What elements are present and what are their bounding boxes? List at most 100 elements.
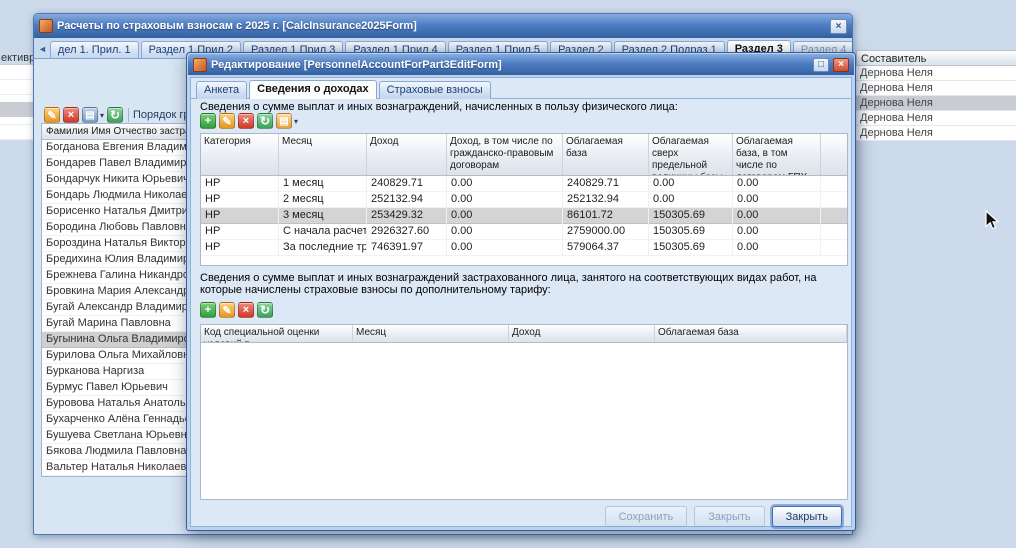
table-cell: 0.00 <box>447 176 563 192</box>
list-item[interactable]: Бондарев Павел Владимирович <box>42 156 187 172</box>
table-cell: НР <box>201 192 279 208</box>
list-item[interactable]: Бороздина Наталья Викторовна <box>42 236 187 252</box>
tab-scroll-left-icon[interactable]: ◄ <box>38 44 47 54</box>
close-icon[interactable]: × <box>830 18 847 34</box>
refresh-icon[interactable]: ↻ <box>257 302 273 318</box>
table-header: Категория Месяц Доход Доход, в том числе по… <box>201 134 847 176</box>
mouse-cursor <box>985 210 1000 230</box>
dialog-tab[interactable]: Страховые взносы <box>378 81 491 99</box>
table-row[interactable]: НР 2 месяц 252132.94 0.00 252132.94 0.00 0.00 <box>201 192 847 208</box>
delete-icon[interactable]: × <box>238 302 254 318</box>
list-item[interactable]: Бондарчук Никита Юрьевич <box>42 172 187 188</box>
main-window-title: Расчеты по страховым взносам с 2025 г. [… <box>57 20 417 32</box>
list-item[interactable]: Бушуева Светлана Юрьевна <box>42 428 187 444</box>
table-cell: 0.00 <box>649 176 733 192</box>
additional-tariff-caption: Сведения о сумме выплат и иных вознаграж… <box>200 272 817 296</box>
list-item[interactable]: Бухарченко Алёна Геннадьевна <box>42 412 187 428</box>
table-cell: 150305.69 <box>649 240 733 256</box>
list-item[interactable]: Буровова Наталья Анатольевна <box>42 396 187 412</box>
table-cell: 0.00 <box>733 208 821 224</box>
edit-icon[interactable]: ✎ <box>219 302 235 318</box>
column-header[interactable]: Облагаемая база, в том числе по договора… <box>733 134 821 175</box>
background-composer-column: Составитель Дернова Неля Дернова Неля Дерн… <box>856 50 1016 141</box>
table-cell: 746391.97 <box>367 240 447 256</box>
table-cell: 0.00 <box>733 176 821 192</box>
toolbar-separator <box>128 108 130 122</box>
dialog-tab[interactable]: Анкета <box>196 81 248 99</box>
group-order-label: Порядок груп... <box>133 109 188 121</box>
table-cell: 0.00 <box>447 240 563 256</box>
table-row[interactable]: НР 1 месяц 240829.71 0.00 240829.71 0.00 0.00 <box>201 176 847 192</box>
refresh-icon[interactable]: ↻ <box>107 107 124 123</box>
refresh-icon[interactable]: ↻ <box>257 113 273 129</box>
list-item[interactable]: Вальтер Наталья Николаевна <box>42 460 187 476</box>
add-icon[interactable]: + <box>200 302 216 318</box>
dialog-title: Редактирование [PersonnelAccountForPart3… <box>211 58 502 71</box>
delete-icon[interactable]: × <box>63 107 79 123</box>
list-item[interactable]: Бурмус Павел Юрьевич <box>42 380 187 396</box>
dropdown-arrow-icon[interactable]: ▾ <box>294 117 298 126</box>
export-icon[interactable]: ▤ <box>82 107 98 123</box>
column-header[interactable]: Категория <box>201 134 279 175</box>
table-cell: 252132.94 <box>367 192 447 208</box>
table-cell: 0.00 <box>447 224 563 240</box>
restore-icon[interactable]: □ <box>813 57 829 72</box>
column-header[interactable]: Облагаемая база <box>655 325 847 342</box>
dropdown-arrow-icon[interactable]: ▾ <box>100 111 104 120</box>
column-header[interactable]: Облагаемая база <box>563 134 649 175</box>
desktop: ективров Составитель Дернова НеляДернова… <box>0 0 1016 548</box>
table-cell: НР <box>201 240 279 256</box>
close-button[interactable]: Закрыть <box>771 506 842 527</box>
table-cell: НР <box>201 208 279 224</box>
close-button-disabled[interactable]: Закрыть <box>694 506 765 527</box>
table-row[interactable]: НР 3 месяц 253429.32 0.00 86101.72 150305.69 0… <box>201 208 847 224</box>
table-cell: 0.00 <box>733 192 821 208</box>
table-cell: 1 месяц <box>279 176 367 192</box>
list-item[interactable]: Бурилова Ольга Михайловна <box>42 348 187 364</box>
edit-icon[interactable]: ✎ <box>219 113 235 129</box>
list-item[interactable]: Бородина Любовь Павловна <box>42 220 187 236</box>
table-cell: 0.00 <box>447 208 563 224</box>
column-header[interactable]: Доход <box>509 325 655 342</box>
dialog-tabstrip: Анкета Сведения о доходах Страховые взносы <box>191 78 851 99</box>
list-item[interactable]: Бровкина Мария Александровна <box>42 284 187 300</box>
list-item[interactable]: Бугынина Ольга Владимировна <box>42 332 187 348</box>
list-item[interactable]: Бондарь Людмила Николаевна <box>42 188 187 204</box>
table-row: Дернова Неля <box>856 126 1016 141</box>
column-header[interactable]: Фамилия Имя Отчество застрахо... <box>42 124 187 140</box>
dialog-tab[interactable]: Сведения о доходах <box>249 80 377 99</box>
list-item[interactable]: Борисенко Наталья Дмитриевна <box>42 204 187 220</box>
delete-icon[interactable]: × <box>238 113 254 129</box>
main-window-titlebar[interactable]: Расчеты по страховым взносам с 2025 г. [… <box>34 14 852 38</box>
list-item[interactable]: Бугай Александр Владимирович <box>42 300 187 316</box>
main-window-tab[interactable]: дел 1. Прил. 1 <box>49 41 139 58</box>
add-icon[interactable]: + <box>200 113 216 129</box>
column-header[interactable]: Месяц <box>279 134 367 175</box>
list-item[interactable]: Бугай Марина Павловна <box>42 316 187 332</box>
list-item[interactable]: Бякова Людмила Павловна <box>42 444 187 460</box>
additional-tariff-table: Код специальной оценки условий т...Месяц… <box>200 324 848 500</box>
table-cell: 2926327.60 <box>367 224 447 240</box>
table-cell: 150305.69 <box>649 224 733 240</box>
additional-tariff-toolbar: + ✎ × ↻ <box>200 302 276 320</box>
list-item[interactable]: Бурканова Наргиза <box>42 364 187 380</box>
column-header[interactable]: Месяц <box>353 325 509 342</box>
dialog-titlebar[interactable]: Редактирование [PersonnelAccountForPart3… <box>188 54 854 75</box>
list-item[interactable]: Брежнева Галина Никандровна <box>42 268 187 284</box>
table-cell: 2759000.00 <box>563 224 649 240</box>
table-cell: 253429.32 <box>367 208 447 224</box>
copy-menu-icon[interactable]: ▤ <box>276 113 292 129</box>
column-header[interactable]: Доход <box>367 134 447 175</box>
column-header[interactable]: Доход, в том числе по гражданско-правовы… <box>447 134 563 175</box>
close-icon[interactable]: × <box>833 57 849 72</box>
list-item[interactable]: Богданова Евгения Владимировна <box>42 140 187 156</box>
column-header[interactable]: Код специальной оценки условий т... <box>201 325 353 342</box>
table-cell: 3 месяц <box>279 208 367 224</box>
list-item[interactable]: Бредихина Юлия Владимировна <box>42 252 187 268</box>
save-button[interactable]: Сохранить <box>604 506 688 527</box>
column-header[interactable]: Облагаемая сверх предельной величины баз… <box>649 134 733 175</box>
table-row[interactable]: НРС начала расчетн...2926327.600.0027590… <box>201 224 847 240</box>
table-row[interactable]: НРЗа последние три...746391.970.00579064… <box>201 240 847 256</box>
edit-icon[interactable]: ✎ <box>44 107 60 123</box>
table-row: Дернова Неля <box>856 66 1016 81</box>
